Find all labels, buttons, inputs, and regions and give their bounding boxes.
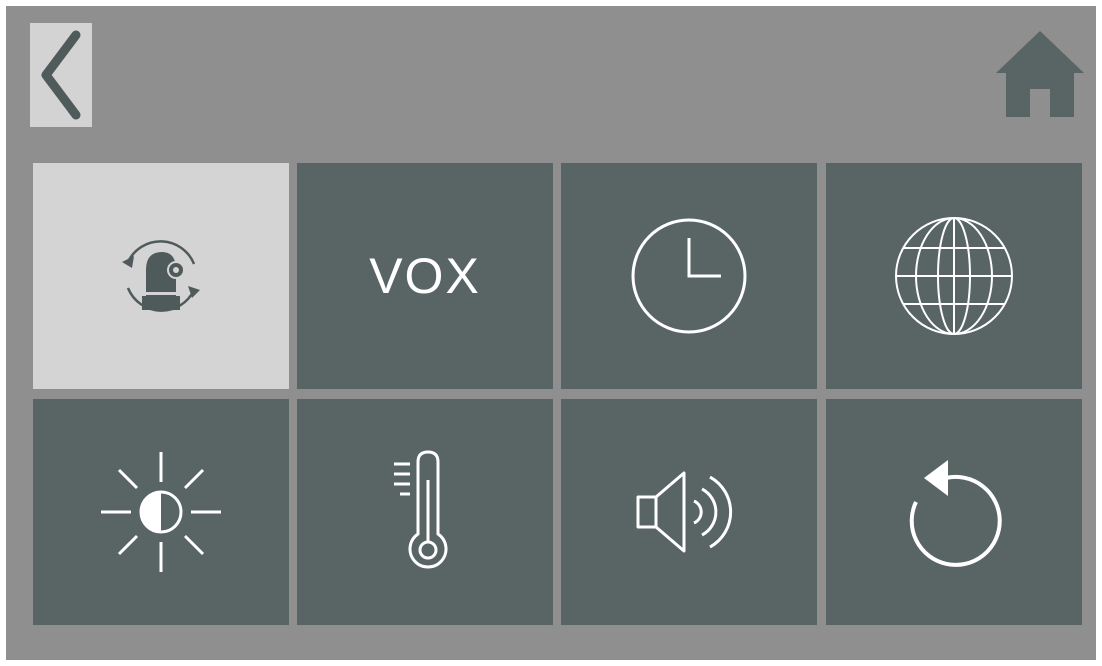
home-icon [996,31,1084,117]
brightness-icon [101,452,221,572]
tile-reset[interactable] [826,399,1082,625]
back-button[interactable] [30,23,92,127]
reset-icon [909,460,1002,567]
tile-brightness[interactable] [33,399,289,625]
tile-temperature[interactable] [297,399,553,625]
tile-camera-rotate[interactable] [33,163,289,389]
tile-volume[interactable] [561,399,817,625]
speaker-icon [636,471,733,553]
camera-rotate-icon [122,240,200,312]
tile-vox[interactable]: VOX [297,163,553,389]
settings-screen: VOX [6,6,1096,660]
vox-label: VOX [369,248,481,304]
chevron-left-icon [41,30,81,120]
home-button[interactable] [992,26,1088,122]
tile-language[interactable] [826,163,1082,389]
globe-icon [895,217,1013,335]
tile-clock[interactable] [561,163,817,389]
thermometer-icon [394,450,448,569]
clock-icon [631,218,747,334]
